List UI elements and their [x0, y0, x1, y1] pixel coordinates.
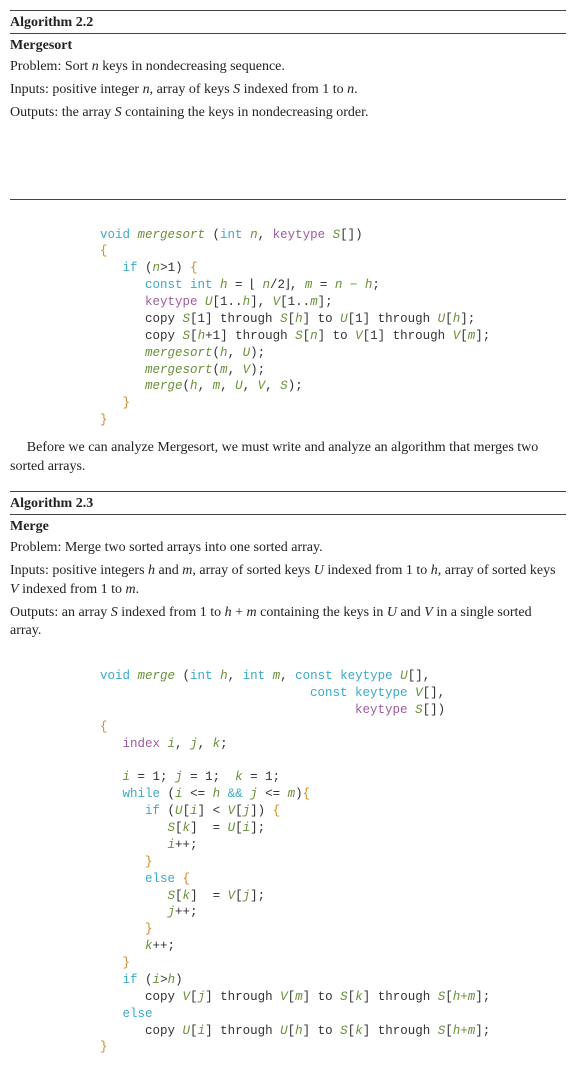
text: Sort n keys in nondecreasing sequence. — [65, 59, 285, 74]
algo22-problem: Problem: Sort n keys in nondecreasing se… — [10, 58, 566, 77]
label: Inputs: — [10, 82, 52, 97]
text: an array S indexed from 1 to h + m conta… — [10, 605, 532, 639]
label: Inputs: — [10, 563, 52, 578]
label: Problem: — [10, 540, 65, 555]
text: positive integer n, array of keys S inde… — [52, 82, 357, 97]
algo22-name: Mergesort — [10, 38, 566, 54]
algo23-title: Algorithm 2.3 — [10, 496, 566, 512]
algo22-outputs: Outputs: the array S containing the keys… — [10, 104, 566, 123]
algo23-code: void merge (int h, int m, const keytype … — [100, 651, 566, 1056]
algo23-name: Merge — [10, 519, 566, 535]
label: Outputs: — [10, 105, 62, 120]
text: the array S containing the keys in nonde… — [62, 105, 369, 120]
label: Problem: — [10, 59, 65, 74]
text: Merge two sorted arrays into one sorted … — [65, 540, 323, 555]
mid-paragraph: Before we can analyze Mergesort, we must… — [10, 439, 566, 477]
algo23-outputs: Outputs: an array S indexed from 1 to h … — [10, 604, 566, 642]
text: positive integers h and m, array of sort… — [10, 563, 556, 597]
algo22-inputs: Inputs: positive integer n, array of key… — [10, 81, 566, 100]
label: Outputs: — [10, 605, 62, 620]
algo22-title: Algorithm 2.2 — [10, 15, 566, 31]
algo23-inputs: Inputs: positive integers h and m, array… — [10, 562, 566, 600]
algo22-code: void mergesort (int n, keytype S[]) { if… — [100, 210, 566, 429]
algo23-problem: Problem: Merge two sorted arrays into on… — [10, 539, 566, 558]
